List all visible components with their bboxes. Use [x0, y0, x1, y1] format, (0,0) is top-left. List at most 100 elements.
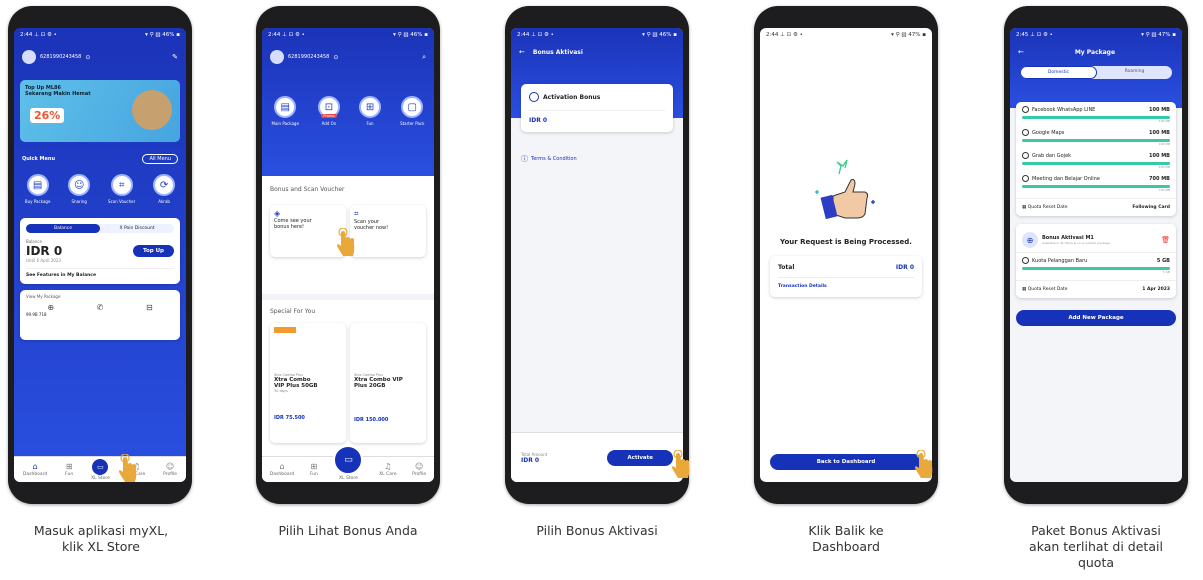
menu-label: Sharing	[71, 199, 87, 204]
tab-roaming[interactable]: Roaming	[1097, 66, 1172, 79]
status-bar: 2:44 ⊥ ⊡ ⚙ • ▾ ⚲ ▥ 46% ▪	[511, 28, 683, 42]
bottom-nav: ⌂ Dashboard ⊞ Fun ▭ XL Store ♫ XL Care ☺ Prof…	[262, 444, 434, 482]
offer-card[interactable]: Xtra Combo Plus Xtra Combo VIP Plus 20GB…	[350, 323, 426, 443]
phone-my-package: 2:45 ⊥ ⊡ ⚙ • ▾ ⚲ ▥ 47% ▪ ← My Package Dom…	[1004, 6, 1188, 504]
menu-label: Buy Package	[24, 199, 51, 204]
family-icon: ⟳	[153, 174, 176, 196]
store-header: 2:44 ⊥ ⊡ ⚙ • ▾ ⚲ ▥ 46% ▪ 6281990243458 ⊙ …	[262, 28, 434, 176]
status-bar: 2:44 ⊥ ⊡ ⚙ • ▾ ⚲ ▥ 46% ▪	[262, 28, 434, 42]
profile-icon: ☺	[165, 462, 175, 471]
nav-dashboard[interactable]: ⌂ Dashboard	[23, 462, 47, 477]
quick-menu-buy-package[interactable]: ▤ Buy Package	[24, 174, 51, 204]
tap-hand-icon	[337, 228, 355, 256]
nav-fun[interactable]: ⊞ Fun	[65, 462, 73, 477]
scan-voucher-card[interactable]: ⌗ Scan your voucher now!	[350, 205, 426, 257]
offer-title: Xtra Combo VIP Plus 50GB	[274, 377, 318, 389]
tutorial-stage: 2:44 ⊥ ⊡ ⚙ • ▾ ⚲ ▥ 46% ▪ 6281990243458 ⊙ …	[0, 0, 1203, 580]
nav-label: Profile	[412, 472, 427, 477]
bonus-card-label: Come see your bonus here!	[274, 218, 312, 230]
quota-row: Meeting dan Belajar Online 700 MB 700 MB	[1016, 171, 1176, 194]
activate-button[interactable]: Activate	[607, 449, 673, 466]
phone-icon: ✆	[96, 303, 104, 312]
status-bar: 2:45 ⊥ ⊡ ⚙ • ▾ ⚲ ▥ 47% ▪	[1010, 28, 1182, 42]
calendar-icon: ▦	[1022, 287, 1027, 292]
avatar[interactable]	[270, 50, 284, 64]
category-add-on[interactable]: ⊡ Promo Add On	[317, 96, 340, 126]
store-icon: ▭	[333, 444, 364, 475]
nav-xl-care[interactable]: ♫ XL Care	[379, 462, 396, 477]
globe-icon: ⊕	[47, 303, 55, 312]
activation-bonus-card[interactable]: Activation Bonus IDR 0	[521, 84, 673, 132]
back-to-dashboard-button[interactable]: Back to Dashboard	[770, 454, 922, 470]
info-icon: ⓘ	[521, 155, 528, 163]
profile-icon: ☺	[414, 462, 424, 471]
avatar[interactable]	[22, 50, 36, 64]
category-label: Starter Pack	[400, 121, 425, 126]
offer-tag	[274, 327, 296, 333]
quick-menu: ▤ Buy Package ☺ Sharing ⌗ Scan Voucher ⟳ Akr…	[14, 168, 186, 206]
tab-domestic[interactable]: Domestic	[1020, 66, 1097, 79]
calendar-icon: ▦	[1022, 205, 1027, 210]
balance-value: IDR 0	[26, 244, 63, 258]
tap-hand-icon	[915, 450, 933, 478]
offer-price: IDR 150.000	[354, 417, 389, 423]
quota-name: Google Maps	[1032, 129, 1065, 136]
nav-xl-store[interactable]: ▭ XL Store	[91, 458, 110, 481]
globe-icon: ⊕	[1022, 232, 1038, 248]
phone-request-processed: 2:44 ⊥ ⊡ ⚙ • ▾ ⚲ ▥ 47% ▪ Your Request is …	[754, 6, 938, 504]
nav-label: XL Store	[339, 475, 358, 481]
promo-badge: Promo	[321, 114, 337, 118]
status-icons: ▾ ⚲ ▥ 47% ▪	[1141, 32, 1176, 38]
quota-remaining: 100 MB	[1158, 119, 1170, 123]
globe-icon	[1022, 152, 1029, 159]
notification-icon[interactable]: ✎	[172, 53, 178, 61]
package-quota-card: Facebook WhatsApp LINE 100 MB 100 MB Googl…	[1016, 102, 1176, 216]
category-fun[interactable]: ⊞ Fun	[359, 96, 382, 126]
tab-balance[interactable]: Balance	[26, 224, 100, 233]
topup-button[interactable]: Top Up	[132, 245, 174, 257]
nav-profile[interactable]: ☺ Profile	[412, 462, 426, 477]
back-arrow-icon[interactable]: ←	[519, 48, 525, 56]
total-label: Total	[778, 264, 795, 271]
offer-duration: 30 days	[274, 389, 288, 393]
tab-xpoin[interactable]: X Poin Discount	[100, 224, 174, 233]
quota-row: Kuota Pelanggan Baru 5 GB 5 GB	[1016, 253, 1176, 276]
menu-label: Akrab	[158, 199, 170, 204]
store-categories: ▤ Main Package ⊡ Promo Add On ⊞ Fun ▢ Starter…	[262, 72, 434, 126]
quota-name: Grab dan Gojek	[1032, 152, 1072, 159]
reset-date-row: ▦ Quota Reset Date 1 Apr 2023	[1016, 280, 1176, 294]
quick-menu-scan-voucher[interactable]: ⌗ Scan Voucher	[108, 174, 135, 204]
nav-fun[interactable]: ⊞ Fun	[310, 462, 318, 477]
quota-name: Meeting dan Belajar Online	[1032, 175, 1100, 182]
quick-menu-sharing[interactable]: ☺ Sharing	[68, 174, 91, 204]
transaction-details-link[interactable]: Transaction Details	[778, 284, 914, 289]
terms-link[interactable]: ⓘ Terms & Condition	[521, 154, 673, 164]
nav-label: XL Store	[91, 475, 110, 481]
search-icon[interactable]: ⌕	[422, 53, 426, 62]
nav-profile[interactable]: ☺ Profile	[163, 462, 177, 477]
package-icon: ▤	[26, 174, 49, 196]
phone-xl-store: 2:44 ⊥ ⊡ ⚙ • ▾ ⚲ ▥ 46% ▪ 6281990243458 ⊙ …	[256, 6, 440, 504]
all-menu-button[interactable]: All Menu	[142, 154, 178, 164]
my-package-screen: 2:45 ⊥ ⊡ ⚙ • ▾ ⚲ ▥ 47% ▪ ← My Package Dom…	[1010, 28, 1182, 482]
chevron-down-icon[interactable]: ⊙	[85, 54, 90, 61]
status-time: 2:44 ⊥ ⊡ ⚙ •	[20, 32, 57, 38]
quick-menu-akrab[interactable]: ⟳ Akrab	[153, 174, 176, 204]
page-header: 2:45 ⊥ ⊡ ⚙ • ▾ ⚲ ▥ 47% ▪ ← My Package Dom…	[1010, 28, 1182, 108]
nav-dashboard[interactable]: ⌂ Dashboard	[270, 462, 294, 477]
quota-value: 100 MB	[1149, 129, 1170, 136]
promo-banner[interactable]: Top Up ML86 Sekarang Makin Hemat 26%	[20, 80, 180, 142]
see-features-link[interactable]: See Features in My Balance	[26, 268, 174, 278]
trash-icon[interactable]: 🗑	[1161, 236, 1170, 244]
globe-icon	[1022, 257, 1029, 264]
category-starter-pack[interactable]: ▢ Starter Pack	[400, 96, 424, 126]
chevron-down-icon[interactable]: ⊙	[333, 54, 338, 61]
bonus-section-title: Bonus and Scan Voucher	[270, 186, 345, 193]
nav-xl-store[interactable]: ▭ XL Store	[333, 444, 364, 481]
offer-card[interactable]: Xtra Combo Plus Xtra Combo VIP Plus 50GB…	[270, 323, 346, 443]
category-main-package[interactable]: ▤ Main Package	[272, 96, 299, 126]
quota-value: 5 GB	[1156, 257, 1170, 264]
add-new-package-button[interactable]: Add New Package	[1016, 310, 1176, 326]
sms-icon: ⊟	[145, 303, 153, 312]
status-icons: ▾ ⚲ ▥ 46% ▪	[145, 32, 180, 38]
